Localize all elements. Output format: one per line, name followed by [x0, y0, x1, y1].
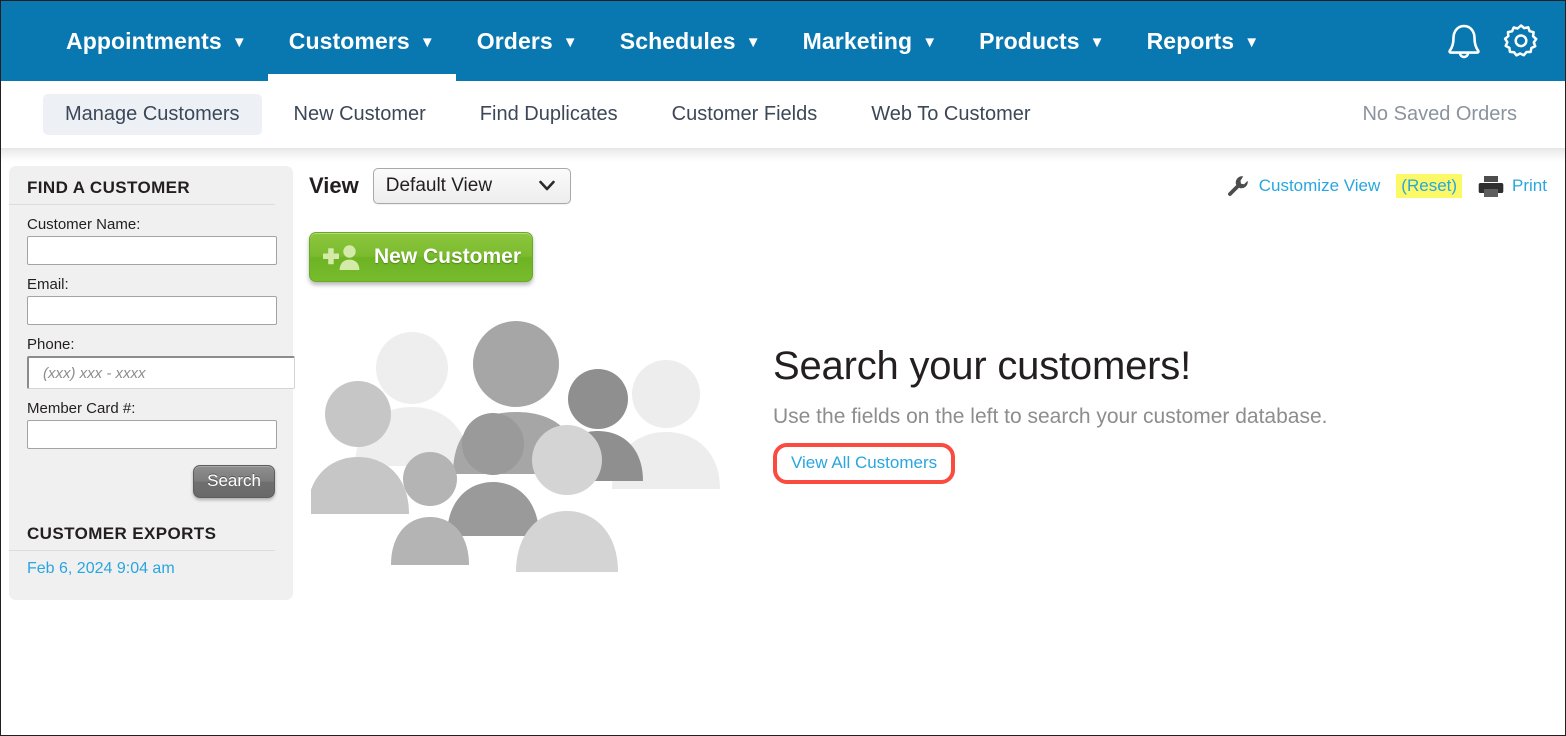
- chevron-down-icon: ▼: [563, 35, 578, 50]
- search-button-row: Search: [9, 449, 293, 498]
- add-person-icon: [321, 242, 363, 272]
- new-customer-button[interactable]: New Customer: [309, 232, 533, 282]
- new-customer-button-label: New Customer: [374, 245, 521, 269]
- secondary-navigation-bar: Manage Customers New Customer Find Dupli…: [1, 81, 1565, 148]
- subnav-item-find-duplicates[interactable]: Find Duplicates: [458, 94, 640, 135]
- content-top-shadow: [1, 148, 1565, 162]
- nav-item-label: Appointments: [66, 28, 222, 55]
- chevron-down-icon: [537, 176, 557, 196]
- customize-view-link[interactable]: Customize View: [1259, 176, 1381, 196]
- saved-orders-status: No Saved Orders: [1362, 103, 1517, 126]
- wrench-icon[interactable]: [1226, 174, 1250, 198]
- phone-input[interactable]: [27, 356, 295, 389]
- member-card-input[interactable]: [27, 420, 277, 449]
- nav-item-label: Reports: [1147, 28, 1235, 55]
- nav-item-customers[interactable]: Customers ▼: [268, 1, 456, 81]
- phone-field-group: Phone:: [9, 325, 293, 389]
- printer-icon[interactable]: [1478, 174, 1504, 198]
- customer-name-input[interactable]: [27, 236, 277, 265]
- nav-item-marketing[interactable]: Marketing ▼: [782, 1, 959, 81]
- subnav-item-customer-fields[interactable]: Customer Fields: [650, 94, 840, 135]
- nav-item-label: Customers: [289, 28, 410, 55]
- find-customer-panel: FIND A CUSTOMER Customer Name: Email: Ph…: [9, 166, 293, 600]
- customer-exports-heading: CUSTOMER EXPORTS: [9, 498, 275, 551]
- chevron-down-icon: ▼: [746, 35, 761, 50]
- primary-navigation-bar: Appointments ▼ Customers ▼ Orders ▼ Sche…: [1, 1, 1565, 81]
- nav-item-appointments[interactable]: Appointments ▼: [45, 1, 268, 81]
- phone-label: Phone:: [27, 336, 275, 353]
- find-a-customer-heading: FIND A CUSTOMER: [9, 166, 275, 205]
- reset-view-button[interactable]: (Reset): [1396, 174, 1462, 198]
- email-label: Email:: [27, 276, 275, 293]
- member-card-field-group: Member Card #:: [9, 389, 293, 449]
- member-card-label: Member Card #:: [27, 400, 275, 417]
- print-link[interactable]: Print: [1512, 176, 1547, 196]
- empty-state-title: Search your customers!: [773, 344, 1473, 389]
- customer-name-field-group: Customer Name:: [9, 205, 293, 265]
- subnav-item-web-to-customer[interactable]: Web To Customer: [849, 94, 1052, 135]
- chevron-down-icon: ▼: [232, 35, 247, 50]
- application-window: Appointments ▼ Customers ▼ Orders ▼ Sche…: [0, 0, 1566, 736]
- view-select[interactable]: Default View: [373, 168, 571, 204]
- view-select-value: Default View: [386, 175, 492, 197]
- content-area: FIND A CUSTOMER Customer Name: Email: Ph…: [1, 148, 1565, 735]
- nav-item-schedules[interactable]: Schedules ▼: [599, 1, 782, 81]
- subnav-item-manage-customers[interactable]: Manage Customers: [43, 94, 262, 135]
- primary-nav-items: Appointments ▼ Customers ▼ Orders ▼ Sche…: [45, 1, 1280, 81]
- nav-item-products[interactable]: Products ▼: [958, 1, 1125, 81]
- nav-item-label: Marketing: [803, 28, 913, 55]
- nav-item-orders[interactable]: Orders ▼: [456, 1, 599, 81]
- empty-state-subtitle: Use the fields on the left to search you…: [773, 405, 1473, 429]
- customers-crowd-illustration: [311, 321, 721, 576]
- view-all-customers-annotation: View All Customers: [773, 443, 955, 484]
- nav-item-label: Orders: [477, 28, 553, 55]
- customer-export-item[interactable]: Feb 6, 2024 9:04 am: [9, 551, 293, 578]
- email-input[interactable]: [27, 296, 277, 325]
- nav-item-label: Products: [979, 28, 1079, 55]
- view-toolbar: Customize View (Reset) Print: [1226, 174, 1547, 198]
- nav-item-label: Schedules: [620, 28, 736, 55]
- view-all-customers-link[interactable]: View All Customers: [791, 453, 937, 472]
- search-button[interactable]: Search: [193, 465, 275, 498]
- chevron-down-icon: ▼: [1244, 35, 1259, 50]
- primary-nav-icon-group: [1447, 1, 1539, 81]
- email-field-group: Email:: [9, 265, 293, 325]
- empty-state: Search your customers! Use the fields on…: [773, 344, 1473, 484]
- main-panel: View Default View Customize View (Reset): [301, 166, 1565, 735]
- customer-name-label: Customer Name:: [27, 216, 275, 233]
- chevron-down-icon: ▼: [1090, 35, 1105, 50]
- nav-item-reports[interactable]: Reports ▼: [1126, 1, 1281, 81]
- subnav-item-new-customer[interactable]: New Customer: [272, 94, 448, 135]
- notification-bell-icon[interactable]: [1447, 23, 1481, 59]
- view-label: View: [309, 173, 359, 199]
- settings-gear-icon[interactable]: [1503, 23, 1539, 59]
- chevron-down-icon: ▼: [922, 35, 937, 50]
- chevron-down-icon: ▼: [420, 35, 435, 50]
